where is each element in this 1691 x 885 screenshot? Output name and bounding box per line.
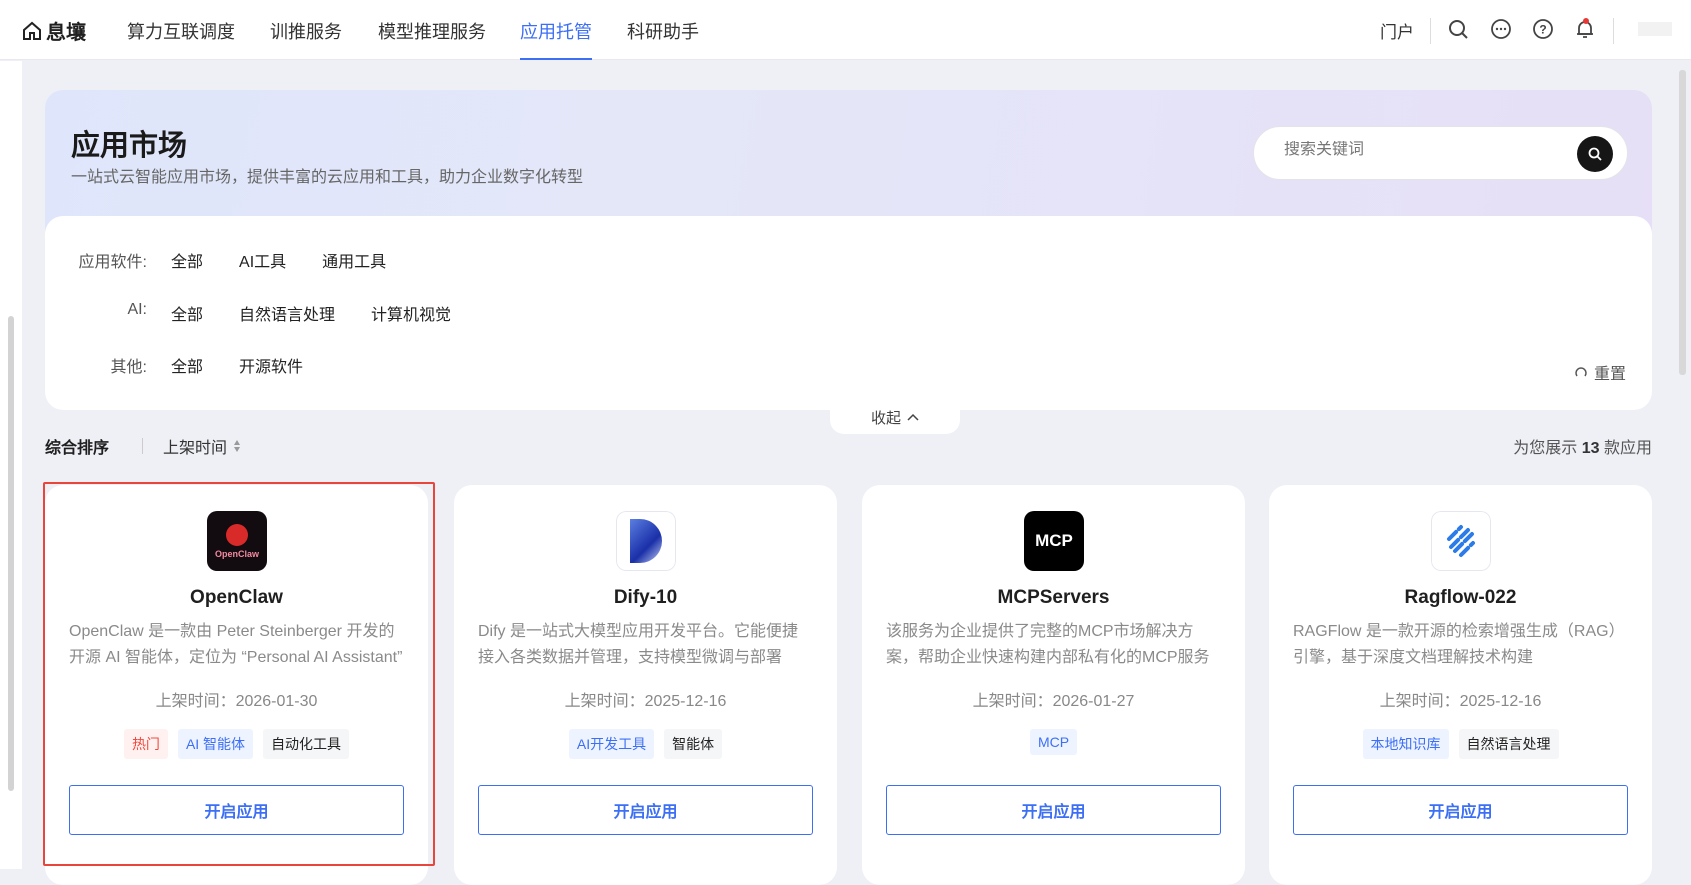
filter-option[interactable]: 计算机视觉	[371, 301, 451, 325]
left-panel	[0, 61, 22, 869]
nav-item-inference[interactable]: 模型推理服务	[378, 18, 486, 60]
app-market-banner: 应用市场 一站式云智能应用市场，提供丰富的云应用和工具，助力企业数字化转型 应用…	[45, 90, 1652, 434]
sort-comprehensive[interactable]: 综合排序	[45, 434, 109, 458]
filter-panel: 应用软件: 全部 AI工具 通用工具 AI: 全部 自然语言处理 计算机视觉 其…	[45, 216, 1652, 410]
filter-option[interactable]: 开源软件	[239, 353, 303, 377]
filter-option[interactable]: 全部	[171, 248, 203, 272]
icon-text: MCP	[1024, 511, 1084, 571]
app-icon: MCP	[1024, 511, 1084, 571]
app-card[interactable]: MCP MCPServers 该服务为企业提供了完整的MCP市场解决方案，帮助企…	[862, 485, 1245, 885]
portal-link[interactable]: 门户	[1380, 18, 1414, 43]
app-icon	[616, 511, 676, 571]
reset-label: 重置	[1593, 366, 1626, 383]
app-tag: 热门	[123, 729, 168, 759]
sort-date-label: 上架时间	[163, 440, 228, 457]
app-description: OpenClaw 是一款由 Peter Steinberger 开发的开源 AI…	[69, 623, 403, 666]
search-box	[1253, 126, 1628, 180]
nav-item-research[interactable]: 科研助手	[627, 18, 699, 60]
left-scrollbar[interactable]	[8, 316, 14, 791]
collapse-label: 收起	[870, 409, 901, 427]
count-prefix: 为您展示	[1513, 440, 1578, 457]
app-description: Dify 是一站式大模型应用开发平台。它能便捷接入各类数据并管理，支持模型微调与…	[478, 623, 799, 666]
app-card[interactable]: Dify-10 Dify 是一站式大模型应用开发平台。它能便捷接入各类数据并管理…	[454, 485, 837, 885]
filter-row-software: 应用软件: 全部 AI工具 通用工具	[45, 248, 422, 272]
filter-option[interactable]: 全部	[171, 301, 203, 325]
app-tag: MCP	[1029, 729, 1078, 755]
filter-option[interactable]: 全部	[171, 353, 203, 377]
nav-item-app-hosting[interactable]: 应用托管	[520, 18, 592, 60]
app-name: MCPServers	[997, 587, 1110, 608]
app-tag: AI 智能体	[177, 729, 254, 759]
app-name: Dify-10	[613, 587, 678, 608]
search-icon[interactable]	[1446, 17, 1470, 41]
nav-item-compute[interactable]: 算力互联调度	[127, 18, 235, 60]
app-release-date: 上架时间：2025-12-16	[564, 693, 727, 710]
tag-list: 本地知识库 自然语言处理	[1269, 729, 1652, 759]
app-description: RAGFlow 是一款开源的检索增强生成（RAG）引擎，基于深度文档理解技术构建	[1293, 623, 1625, 666]
app-release-date: 上架时间：2025-12-16	[1379, 693, 1542, 710]
app-name: OpenClaw	[190, 587, 283, 608]
brand-name: 息壤	[46, 22, 86, 44]
nav-item-training[interactable]: 训推服务	[270, 18, 342, 60]
more-icon[interactable]	[1489, 17, 1513, 41]
app-description: 该服务为企业提供了完整的MCP市场解决方案，帮助企业快速构建内部私有化的MCP服…	[886, 623, 1210, 666]
notification-bell-icon[interactable]	[1573, 17, 1597, 41]
user-avatar[interactable]	[1638, 22, 1672, 36]
app-tag: AI开发工具	[568, 729, 655, 759]
search-button[interactable]	[1577, 136, 1613, 172]
divider	[142, 438, 143, 454]
app-card[interactable]: Ragflow-022 RAGFlow 是一款开源的检索增强生成（RAG）引擎，…	[1269, 485, 1652, 885]
open-app-button[interactable]: 开启应用	[1293, 785, 1628, 835]
app-icon: OpenClaw	[207, 511, 267, 571]
chevron-up-icon	[907, 413, 919, 421]
brand-logo[interactable]: 息壤	[22, 16, 86, 45]
filter-label: 其他:	[110, 359, 147, 376]
tag-list: 热门 AI 智能体 自动化工具	[45, 729, 428, 759]
app-release-date: 上架时间：2026-01-27	[972, 693, 1135, 710]
filter-row-other: 其他: 全部 开源软件	[45, 353, 339, 377]
filter-label: AI:	[127, 301, 147, 318]
app-tag: 本地知识库	[1362, 729, 1449, 759]
open-app-button[interactable]: 开启应用	[478, 785, 813, 835]
sort-icon	[234, 440, 241, 452]
open-app-button[interactable]: 开启应用	[69, 785, 404, 835]
app-tag: 自然语言处理	[1458, 729, 1559, 759]
tag-list: MCP	[862, 729, 1245, 755]
divider	[1613, 18, 1614, 44]
open-app-button[interactable]: 开启应用	[886, 785, 1221, 835]
reset-button[interactable]: 重置	[1574, 360, 1626, 384]
result-count: 为您展示 13 款应用	[1513, 434, 1652, 458]
app-icon	[1431, 511, 1491, 571]
page-subtitle: 一站式云智能应用市场，提供丰富的云应用和工具，助力企业数字化转型	[71, 169, 584, 186]
tag-list: AI开发工具 智能体	[454, 729, 837, 759]
search-icon	[1588, 147, 1602, 161]
count-value: 13	[1581, 440, 1600, 457]
icon-text: OpenClaw	[214, 548, 259, 559]
app-card[interactable]: OpenClaw OpenClaw OpenClaw 是一款由 Peter St…	[45, 485, 428, 885]
help-icon[interactable]: ?	[1531, 17, 1555, 41]
filter-option[interactable]: AI工具	[239, 248, 286, 272]
svg-text:?: ?	[1539, 23, 1546, 37]
filter-row-ai: AI: 全部 自然语言处理 计算机视觉	[45, 301, 487, 325]
sort-by-date[interactable]: 上架时间	[163, 434, 241, 458]
page-title: 应用市场	[71, 130, 188, 162]
filter-option[interactable]: 自然语言处理	[239, 301, 335, 325]
sort-bar: 综合排序 上架时间 为您展示 13 款应用	[45, 434, 1652, 458]
app-tag: 智能体	[664, 729, 723, 759]
filter-option[interactable]: 通用工具	[322, 248, 386, 272]
divider	[1430, 18, 1431, 44]
count-suffix: 款应用	[1603, 440, 1652, 457]
top-nav: 息壤 算力互联调度 训推服务 模型推理服务 应用托管 科研助手 门户 ?	[0, 0, 1691, 60]
home-icon	[23, 21, 41, 40]
refresh-icon	[1575, 367, 1587, 377]
page-scrollbar[interactable]	[1679, 70, 1686, 375]
search-input[interactable]	[1284, 141, 1564, 159]
app-name: Ragflow-022	[1404, 587, 1517, 608]
filter-label: 应用软件:	[78, 254, 147, 271]
app-release-date: 上架时间：2026-01-30	[155, 693, 318, 710]
app-tag: 自动化工具	[263, 729, 350, 759]
collapse-button[interactable]: 收起	[830, 400, 960, 434]
